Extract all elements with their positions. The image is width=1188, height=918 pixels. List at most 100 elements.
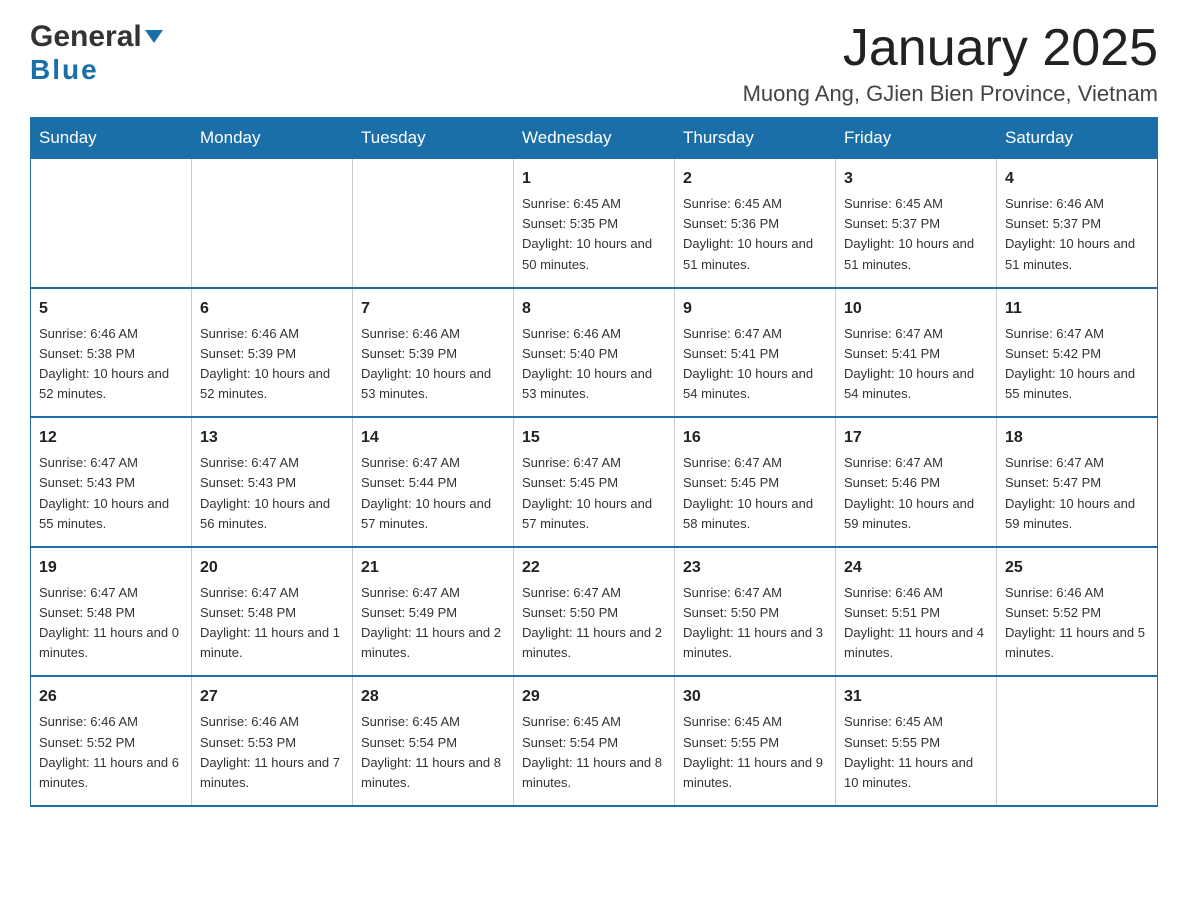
- calendar-cell: 15Sunrise: 6:47 AM Sunset: 5:45 PM Dayli…: [514, 417, 675, 547]
- day-info: Sunrise: 6:45 AM Sunset: 5:55 PM Dayligh…: [844, 712, 988, 793]
- calendar-cell: 28 Sunrise: 6:45 AM Sunset: 5:54 PM Dayli…: [353, 676, 514, 806]
- day-info: Sunrise: 6:45 AM Sunset: 5:54 PM Dayligh…: [361, 712, 505, 793]
- day-number: 4: [1005, 167, 1149, 191]
- day-number: 20: [200, 556, 344, 580]
- day-info: Sunrise: 6:46 AM Sunset: 5:51 PM Dayligh…: [844, 583, 988, 664]
- day-info: Sunrise: 6:47 AM Sunset: 5:41 PM Dayligh…: [683, 324, 827, 405]
- calendar-cell: 22Sunrise: 6:47 AM Sunset: 5:50 PM Dayli…: [514, 547, 675, 677]
- logo: General Blue: [30, 20, 163, 86]
- logo-general-text: General: [30, 20, 142, 54]
- day-number: 16: [683, 426, 827, 450]
- column-header-wednesday: Wednesday: [514, 118, 675, 159]
- calendar-cell: 4 Sunrise: 6:46 AM Sunset: 5:37 PM Daylig…: [997, 159, 1158, 288]
- calendar-cell: [31, 159, 192, 288]
- day-info: Sunrise: 6:46 AM Sunset: 5:52 PM Dayligh…: [39, 712, 183, 793]
- calendar-cell: 29 Sunrise: 6:45 AM Sunset: 5:54 PM Dayli…: [514, 676, 675, 806]
- calendar-cell: [997, 676, 1158, 806]
- day-info: Sunrise: 6:45 AM Sunset: 5:36 PM Dayligh…: [683, 194, 827, 275]
- day-info: Sunrise: 6:47 AM Sunset: 5:49 PM Dayligh…: [361, 583, 505, 664]
- calendar-cell: 11 Sunrise: 6:47 AM Sunset: 5:42 PM Dayli…: [997, 288, 1158, 418]
- day-number: 15: [522, 426, 666, 450]
- month-title: January 2025: [743, 20, 1158, 77]
- calendar-cell: 30 Sunrise: 6:45 AM Sunset: 5:55 PM Dayli…: [675, 676, 836, 806]
- day-number: 30: [683, 685, 827, 709]
- calendar-cell: 6 Sunrise: 6:46 AM Sunset: 5:39 PM Daylig…: [192, 288, 353, 418]
- calendar-week-row: 12 Sunrise: 6:47 AM Sunset: 5:43 PM Dayli…: [31, 417, 1158, 547]
- calendar-cell: 23Sunrise: 6:47 AM Sunset: 5:50 PM Dayli…: [675, 547, 836, 677]
- day-number: 5: [39, 297, 183, 321]
- day-number: 10: [844, 297, 988, 321]
- calendar-cell: 5Sunrise: 6:46 AM Sunset: 5:38 PM Daylig…: [31, 288, 192, 418]
- day-info: Sunrise: 6:47 AM Sunset: 5:46 PM Dayligh…: [844, 453, 988, 534]
- day-number: 19: [39, 556, 183, 580]
- day-info: Sunrise: 6:47 AM Sunset: 5:43 PM Dayligh…: [200, 453, 344, 534]
- calendar-week-row: 5Sunrise: 6:46 AM Sunset: 5:38 PM Daylig…: [31, 288, 1158, 418]
- day-info: Sunrise: 6:46 AM Sunset: 5:39 PM Dayligh…: [200, 324, 344, 405]
- calendar-cell: 9Sunrise: 6:47 AM Sunset: 5:41 PM Daylig…: [675, 288, 836, 418]
- day-number: 22: [522, 556, 666, 580]
- title-section: January 2025 Muong Ang, GJien Bien Provi…: [743, 20, 1158, 107]
- column-header-saturday: Saturday: [997, 118, 1158, 159]
- calendar-cell: 2 Sunrise: 6:45 AM Sunset: 5:36 PM Daylig…: [675, 159, 836, 288]
- calendar-cell: 19 Sunrise: 6:47 AM Sunset: 5:48 PM Dayli…: [31, 547, 192, 677]
- day-number: 2: [683, 167, 827, 191]
- day-info: Sunrise: 6:47 AM Sunset: 5:48 PM Dayligh…: [200, 583, 344, 664]
- day-info: Sunrise: 6:45 AM Sunset: 5:54 PM Dayligh…: [522, 712, 666, 793]
- day-number: 6: [200, 297, 344, 321]
- day-info: Sunrise: 6:47 AM Sunset: 5:44 PM Dayligh…: [361, 453, 505, 534]
- day-number: 12: [39, 426, 183, 450]
- day-number: 3: [844, 167, 988, 191]
- day-number: 1: [522, 167, 666, 191]
- day-info: Sunrise: 6:46 AM Sunset: 5:53 PM Dayligh…: [200, 712, 344, 793]
- day-number: 17: [844, 426, 988, 450]
- calendar-cell: 21 Sunrise: 6:47 AM Sunset: 5:49 PM Dayli…: [353, 547, 514, 677]
- day-number: 29: [522, 685, 666, 709]
- logo-arrow-icon: [145, 30, 163, 43]
- calendar-cell: 16 Sunrise: 6:47 AM Sunset: 5:45 PM Dayli…: [675, 417, 836, 547]
- day-number: 8: [522, 297, 666, 321]
- day-number: 31: [844, 685, 988, 709]
- calendar-cell: 26Sunrise: 6:46 AM Sunset: 5:52 PM Dayli…: [31, 676, 192, 806]
- calendar-cell: 24Sunrise: 6:46 AM Sunset: 5:51 PM Dayli…: [836, 547, 997, 677]
- day-info: Sunrise: 6:45 AM Sunset: 5:35 PM Dayligh…: [522, 194, 666, 275]
- column-header-sunday: Sunday: [31, 118, 192, 159]
- calendar-cell: 13 Sunrise: 6:47 AM Sunset: 5:43 PM Dayli…: [192, 417, 353, 547]
- day-number: 27: [200, 685, 344, 709]
- location-subtitle: Muong Ang, GJien Bien Province, Vietnam: [743, 81, 1158, 107]
- day-number: 11: [1005, 297, 1149, 321]
- calendar-cell: 25 Sunrise: 6:46 AM Sunset: 5:52 PM Dayli…: [997, 547, 1158, 677]
- day-info: Sunrise: 6:45 AM Sunset: 5:55 PM Dayligh…: [683, 712, 827, 793]
- calendar-cell: 12 Sunrise: 6:47 AM Sunset: 5:43 PM Dayli…: [31, 417, 192, 547]
- day-number: 18: [1005, 426, 1149, 450]
- day-info: Sunrise: 6:46 AM Sunset: 5:39 PM Dayligh…: [361, 324, 505, 405]
- calendar-cell: 31 Sunrise: 6:45 AM Sunset: 5:55 PM Dayli…: [836, 676, 997, 806]
- calendar-header-row: SundayMondayTuesdayWednesdayThursdayFrid…: [31, 118, 1158, 159]
- day-number: 23: [683, 556, 827, 580]
- calendar-cell: 3Sunrise: 6:45 AM Sunset: 5:37 PM Daylig…: [836, 159, 997, 288]
- column-header-monday: Monday: [192, 118, 353, 159]
- day-info: Sunrise: 6:47 AM Sunset: 5:43 PM Dayligh…: [39, 453, 183, 534]
- day-info: Sunrise: 6:47 AM Sunset: 5:48 PM Dayligh…: [39, 583, 183, 664]
- calendar-cell: 17 Sunrise: 6:47 AM Sunset: 5:46 PM Dayli…: [836, 417, 997, 547]
- column-header-friday: Friday: [836, 118, 997, 159]
- day-number: 28: [361, 685, 505, 709]
- day-number: 21: [361, 556, 505, 580]
- day-info: Sunrise: 6:47 AM Sunset: 5:45 PM Dayligh…: [683, 453, 827, 534]
- day-info: Sunrise: 6:47 AM Sunset: 5:42 PM Dayligh…: [1005, 324, 1149, 405]
- day-number: 7: [361, 297, 505, 321]
- calendar-cell: [353, 159, 514, 288]
- calendar-cell: [192, 159, 353, 288]
- calendar-cell: 8Sunrise: 6:46 AM Sunset: 5:40 PM Daylig…: [514, 288, 675, 418]
- day-info: Sunrise: 6:46 AM Sunset: 5:52 PM Dayligh…: [1005, 583, 1149, 664]
- day-number: 14: [361, 426, 505, 450]
- day-number: 13: [200, 426, 344, 450]
- calendar-cell: 27 Sunrise: 6:46 AM Sunset: 5:53 PM Dayli…: [192, 676, 353, 806]
- calendar-week-row: 26Sunrise: 6:46 AM Sunset: 5:52 PM Dayli…: [31, 676, 1158, 806]
- calendar-week-row: 1 Sunrise: 6:45 AM Sunset: 5:35 PM Daylig…: [31, 159, 1158, 288]
- day-info: Sunrise: 6:46 AM Sunset: 5:37 PM Dayligh…: [1005, 194, 1149, 275]
- calendar-cell: 20 Sunrise: 6:47 AM Sunset: 5:48 PM Dayli…: [192, 547, 353, 677]
- calendar-cell: 14 Sunrise: 6:47 AM Sunset: 5:44 PM Dayli…: [353, 417, 514, 547]
- calendar-cell: 1 Sunrise: 6:45 AM Sunset: 5:35 PM Daylig…: [514, 159, 675, 288]
- calendar-cell: 18Sunrise: 6:47 AM Sunset: 5:47 PM Dayli…: [997, 417, 1158, 547]
- day-number: 25: [1005, 556, 1149, 580]
